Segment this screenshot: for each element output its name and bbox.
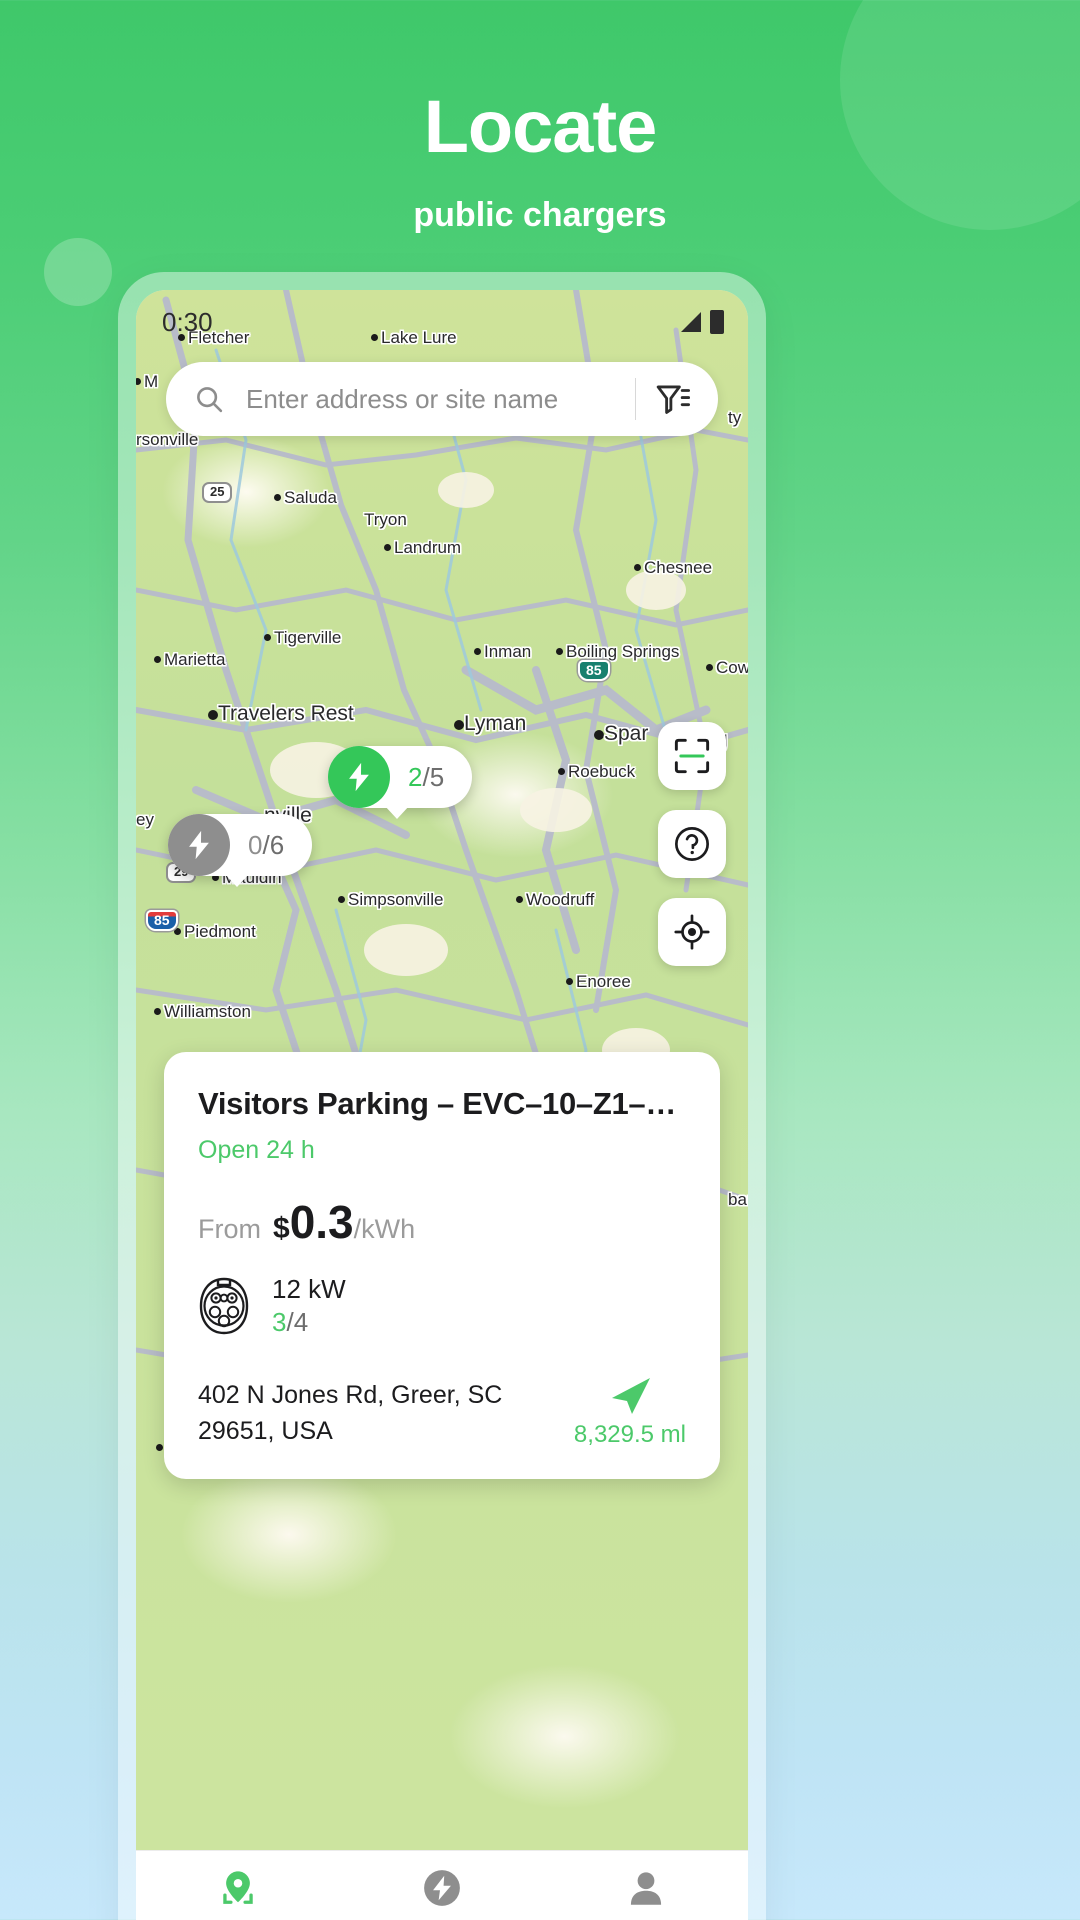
- bottom-tab-bar: Map Charger Me: [136, 1850, 748, 1920]
- promo-headline: Locate: [423, 85, 658, 168]
- person-icon: [625, 1867, 667, 1909]
- connector-availability: 3/4: [272, 1307, 346, 1338]
- tab-charger[interactable]: Charger: [340, 1867, 544, 1920]
- power-rating: 12 kW: [272, 1274, 346, 1304]
- bolt-circle-icon: [421, 1867, 463, 1909]
- filter-funnel-icon[interactable]: [654, 382, 692, 416]
- locate-me-button[interactable]: [658, 898, 726, 966]
- available-count: 0: [248, 829, 263, 860]
- connector-details: 12 kW 3/4: [272, 1274, 346, 1338]
- price-unit: /kWh: [353, 1214, 416, 1244]
- charger-title: Visitors Parking – EVC–10–Z1–Main…: [198, 1086, 686, 1121]
- marker-tail: [384, 805, 410, 819]
- decorative-circle-left: [44, 238, 112, 306]
- charger-info-card[interactable]: Visitors Parking – EVC–10–Z1–Main… Open …: [164, 1052, 720, 1479]
- phone-screen: Fletcher Lake Lure Mrsonville ty Saluda Tryon…: [136, 290, 748, 1920]
- search-icon: [194, 384, 224, 414]
- search-input[interactable]: Enter address or site name: [246, 384, 635, 415]
- signal-bars-icon: [681, 312, 701, 332]
- price-value: 0.3: [289, 1196, 354, 1248]
- address-line-2: 29651, USA: [198, 1416, 333, 1445]
- highway-shield: 25: [202, 482, 233, 503]
- help-button[interactable]: [658, 810, 726, 878]
- status-icons: [681, 310, 724, 334]
- battery-full-icon: [710, 310, 724, 334]
- connector-row: 12 kW 3/4: [198, 1274, 686, 1338]
- charger-cluster-unavailable[interactable]: 0/6: [168, 814, 313, 887]
- opening-hours: Open 24 h: [198, 1136, 315, 1164]
- promo-subheadline: public chargers: [413, 196, 667, 234]
- map-controls: [658, 722, 726, 966]
- distance-block[interactable]: 8,329.5 ml: [574, 1374, 686, 1449]
- scan-qr-button[interactable]: [658, 722, 726, 790]
- highway-shield: 85: [146, 910, 178, 932]
- charger-count-label: 2/5: [408, 761, 445, 792]
- total-count: 5: [429, 761, 445, 792]
- connectors-total: /4: [286, 1307, 309, 1337]
- marker-tail: [224, 873, 250, 887]
- charger-cluster-available[interactable]: 2/5: [328, 746, 473, 819]
- status-time: 0:30: [162, 306, 213, 337]
- tab-map[interactable]: Map: [136, 1867, 340, 1920]
- available-count: 2: [408, 761, 423, 792]
- highway-shield: 85: [578, 660, 610, 682]
- type2-connector-icon: [198, 1276, 250, 1336]
- status-bar: 0:30: [136, 290, 748, 346]
- bolt-icon: [328, 746, 390, 808]
- address-line-1: 402 N Jones Rd, Greer, SC: [198, 1381, 503, 1409]
- address-row: 402 N Jones Rd, Greer, SC 29651, USA 8,3…: [198, 1374, 686, 1449]
- price-row: From $ 0.3 /kWh: [198, 1199, 686, 1246]
- search-divider: [634, 378, 636, 420]
- tab-me[interactable]: Me: [544, 1867, 748, 1920]
- navigation-arrow-icon[interactable]: [607, 1378, 653, 1420]
- price-from-label: From: [198, 1214, 261, 1244]
- distance-value: 8,329.5 ml: [573, 1421, 686, 1448]
- charger-address: 402 N Jones Rd, Greer, SC 29651, USA: [198, 1378, 502, 1449]
- price-currency: $: [273, 1212, 290, 1245]
- phone-mockup-frame: Fletcher Lake Lure Mrsonville ty Saluda Tryon…: [118, 272, 766, 1920]
- charger-count-label: 0/6: [248, 829, 285, 860]
- total-count: 6: [269, 829, 285, 860]
- map-pin-icon: [217, 1867, 259, 1909]
- connectors-available: 3: [272, 1307, 287, 1337]
- search-bar[interactable]: Enter address or site name: [166, 362, 718, 436]
- bolt-icon: [168, 814, 230, 876]
